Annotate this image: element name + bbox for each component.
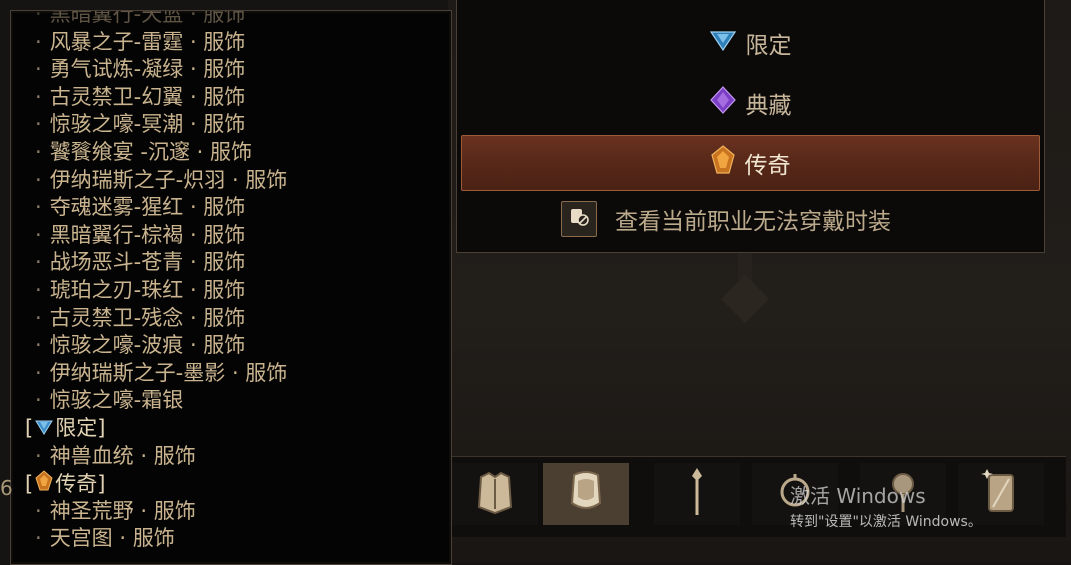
list-item: · 神圣荒野 · 服饰	[35, 498, 196, 523]
filter-option-collection[interactable]: 典藏	[457, 75, 1044, 131]
appearance-list-tooltip: · 黑暗翼行-天蓝 · 服饰 · 风暴之子-雷霆 · 服饰 · 勇气试炼-凝绿 · 服…	[10, 10, 452, 565]
restricted-outfit-icon	[568, 205, 590, 233]
group-header-limited: [限定]	[25, 415, 451, 443]
show-unwearable-label: 查看当前职业无法穿戴时装	[615, 209, 891, 235]
mirror-frame-icon	[981, 467, 1021, 521]
watermark-title: 激活 Windows	[790, 484, 926, 508]
appearance-list: · 黑暗翼行-天蓝 · 服饰 · 风暴之子-雷霆 · 服饰 · 勇气试炼-凝绿 · 服…	[25, 10, 451, 553]
show-unwearable-toggle[interactable]: 查看当前职业无法穿戴时装	[561, 200, 891, 238]
filter-option-limited[interactable]: 限定	[457, 15, 1044, 71]
blue-triangle-gem-icon	[35, 415, 54, 443]
purple-diamond-gem-icon	[709, 86, 736, 120]
show-unwearable-checkbox[interactable]	[561, 201, 597, 237]
list-item: · 风暴之子-雷霆 · 服饰	[35, 29, 246, 54]
slot-chest[interactable]	[452, 463, 538, 525]
list-item: · 饕餮飨宴 -沉邃 · 服饰	[35, 139, 252, 164]
partial-edge-text: 6	[0, 476, 13, 500]
list-item: · 黑暗翼行-天蓝 · 服饰	[35, 10, 246, 26]
list-item: · 惊骇之嚎-冥潮 · 服饰	[35, 112, 246, 137]
watermark-subtitle: 转到"设置"以激活 Windows。	[790, 514, 982, 530]
list-item: · 神兽血统 · 服饰	[35, 443, 196, 468]
list-item: · 古灵禁卫-残念 · 服饰	[35, 305, 246, 330]
windows-activation-watermark: 激活 Windows 转到"设置"以激活 Windows。	[790, 480, 982, 531]
group-header-legendary: [传奇]	[25, 470, 451, 498]
rarity-filter-panel: 限定 典藏 传奇 查看当前职业无法穿戴时装	[456, 0, 1045, 253]
list-item: · 伊纳瑞斯之子-墨影 · 服饰	[35, 360, 288, 385]
cape-armor-icon	[564, 469, 608, 519]
list-item: · 夺魂迷雾-猩红 · 服饰	[35, 195, 246, 220]
list-item: · 古灵禁卫-幻翼 · 服饰	[35, 84, 246, 109]
filter-option-legendary[interactable]: 传奇	[461, 135, 1040, 191]
list-item: · 勇气试炼-凝绿 · 服饰	[35, 57, 246, 82]
list-item: · 琥珀之刃-珠红 · 服饰	[35, 277, 246, 302]
blue-triangle-gem-icon	[709, 29, 736, 57]
slot-weapon[interactable]	[654, 463, 740, 525]
orange-crest-gem-icon	[35, 470, 53, 500]
list-item: · 战场恶斗-苍青 · 服饰	[35, 250, 246, 275]
list-item: · 黑暗翼行-棕褐 · 服饰	[35, 222, 246, 247]
list-item: · 惊骇之嚎-波痕 · 服饰	[35, 333, 246, 358]
list-item: · 惊骇之嚎-霜银	[35, 388, 184, 413]
list-item: · 伊纳瑞斯之子-炽羽 · 服饰	[35, 167, 288, 192]
chest-armor-icon	[473, 469, 517, 519]
list-item: · 天宫图 · 服饰	[35, 526, 175, 551]
staff-weapon-icon	[687, 467, 707, 521]
orange-crest-gem-icon	[710, 145, 735, 181]
slot-cape[interactable]	[543, 463, 629, 525]
